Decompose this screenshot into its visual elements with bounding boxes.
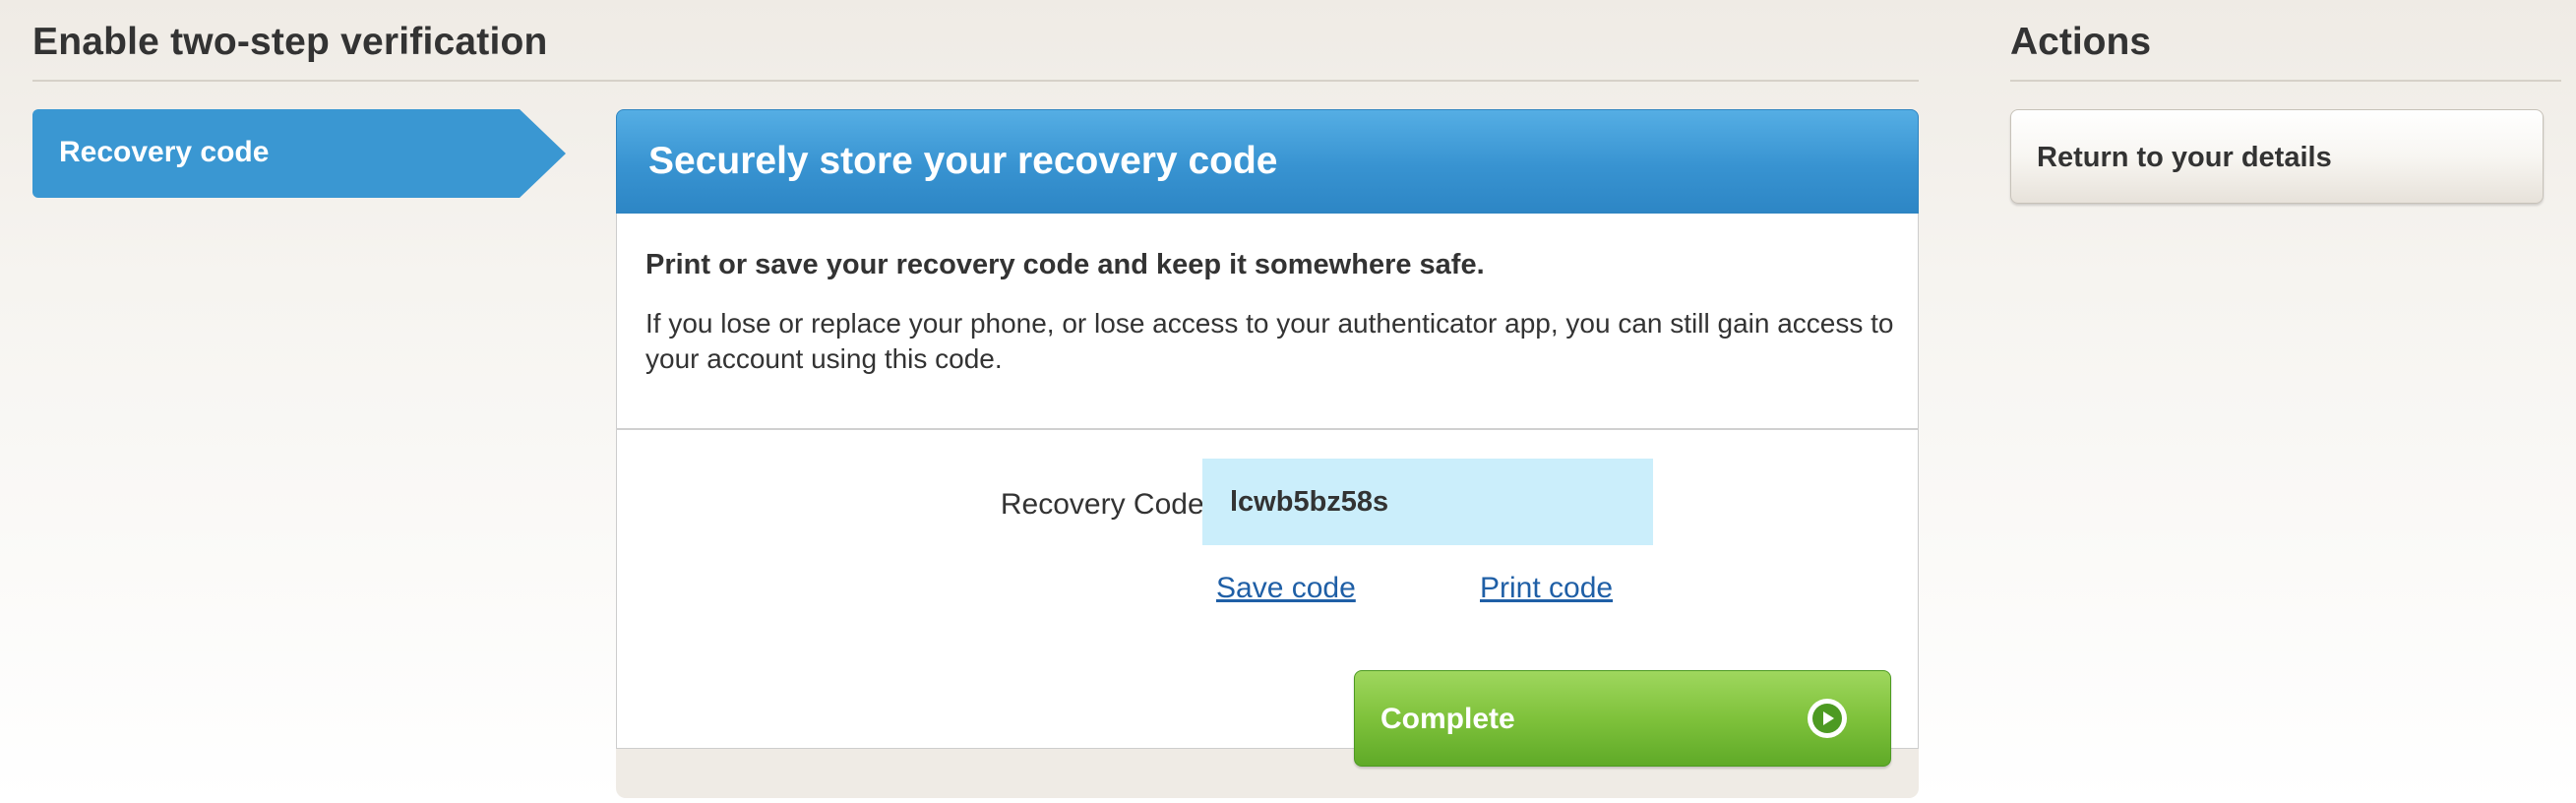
play-arrow-icon: [1808, 699, 1847, 738]
card-header: Securely store your recovery code: [616, 109, 1919, 214]
card-title: Securely store your recovery code: [648, 140, 1278, 182]
actions-title-divider: [2010, 80, 2561, 82]
card-description: If you lose or replace your phone, or lo…: [645, 308, 1894, 374]
print-code-link[interactable]: Print code: [1480, 572, 1613, 605]
card-divider: [616, 428, 1919, 430]
card-lead-text: Print or save your recovery code and kee…: [645, 249, 1485, 280]
recovery-code-value[interactable]: lcwb5bz58s: [1230, 486, 1388, 519]
save-code-link[interactable]: Save code: [1216, 572, 1356, 605]
page-title-divider: [32, 80, 1919, 82]
step-tab-label: Recovery code: [59, 136, 270, 168]
actions-title: Actions: [2010, 21, 2152, 63]
complete-button-label: Complete: [1380, 703, 1515, 735]
page-title: Enable two-step verification: [32, 21, 548, 63]
recovery-code-label: Recovery Code:: [1000, 488, 1212, 521]
return-to-details-button[interactable]: Return to your details: [2010, 109, 2544, 204]
return-to-details-label: Return to your details: [2037, 142, 2332, 173]
step-tab-recovery-code: Recovery code: [32, 109, 566, 198]
recovery-code-box[interactable]: lcwb5bz58s: [1202, 459, 1653, 545]
complete-button[interactable]: Complete: [1354, 670, 1891, 767]
play-arrow-icon-glyph: [1812, 704, 1842, 733]
recovery-code-card: Securely store your recovery code Print …: [616, 109, 1919, 798]
